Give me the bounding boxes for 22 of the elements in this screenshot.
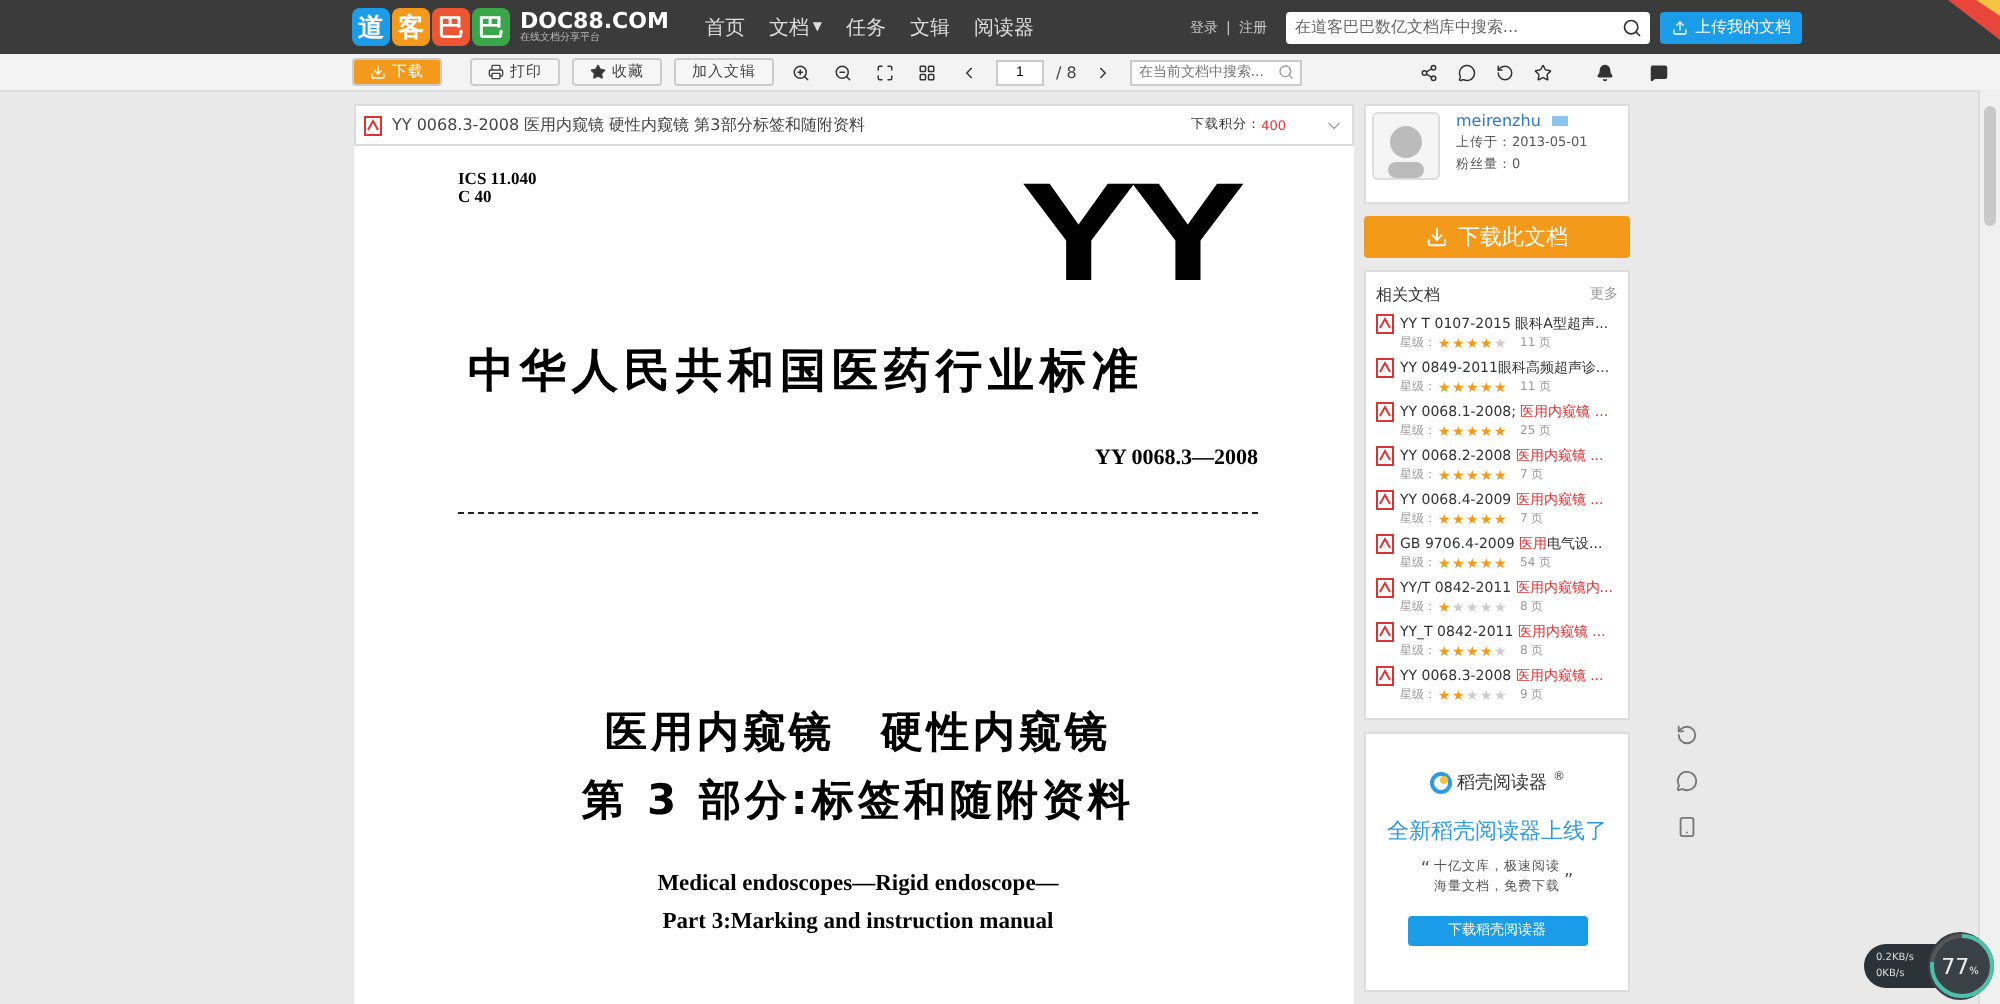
page-total: / 8: [1056, 63, 1077, 81]
document-heading: 第 3 部分:标签和随附资料: [580, 773, 1136, 828]
site-logo[interactable]: 道 客 巴 巴: [352, 8, 510, 46]
quote-mark: ”: [1564, 870, 1574, 897]
nav-link[interactable]: 任务: [846, 13, 887, 41]
standard-number: YY 0068.3—2008: [1095, 446, 1258, 470]
site-name: DOC88.COM: [520, 10, 669, 32]
uploader-name[interactable]: meirenzhu: [1456, 112, 1541, 130]
related-title: 相关文档: [1376, 284, 1440, 306]
document-title: YY 0068.3-2008 医用内窥镜 硬性内窥镜 第3部分标签和随附资料: [392, 114, 867, 136]
standard-mark: YY: [1019, 170, 1238, 296]
quote-mark: “: [1420, 858, 1430, 884]
nav-link[interactable]: 阅读器: [974, 13, 1035, 41]
document-heading: 医用内窥镜 硬性内窥镜: [603, 706, 1113, 760]
search-field[interactable]: 在道客巴巴数亿文档库中搜索...: [1286, 11, 1651, 43]
nav-link[interactable]: 文辑: [910, 13, 951, 41]
ad-headline: 全新稻壳阅读器上线了: [1387, 816, 1607, 846]
english-title: Medical endoscopes—Rigid endoscope— Part 3:Marking and instruction manual: [655, 870, 1061, 939]
nav-link[interactable]: 首页: [704, 13, 745, 41]
standard-heading: 中华人民共和国医药行业标准: [468, 344, 1146, 402]
ics-code: ICS 11.040 C 40: [458, 170, 537, 208]
reader-brand: 稻壳阅读器: [1457, 771, 1547, 796]
